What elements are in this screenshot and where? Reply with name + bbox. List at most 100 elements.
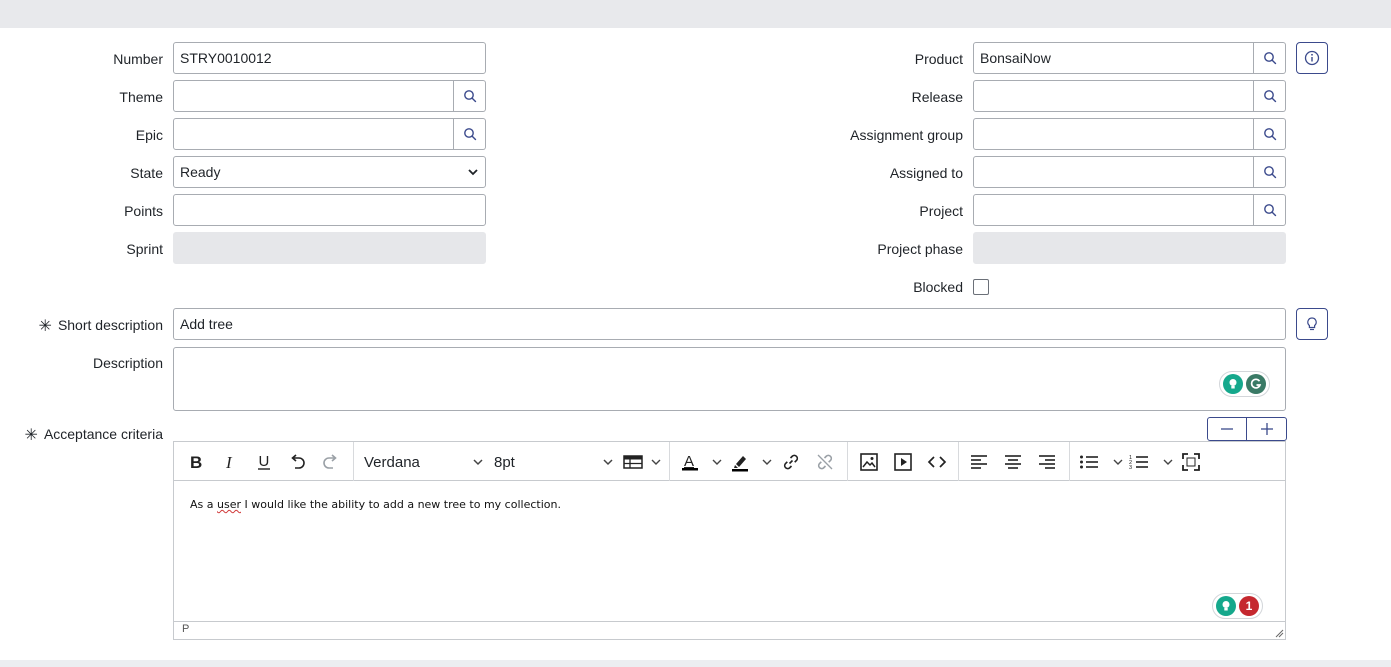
svg-text:B: B (190, 454, 202, 470)
epic-label: Epic (135, 127, 163, 143)
blocked-label: Blocked (913, 279, 963, 295)
release-lookup-button[interactable] (1254, 80, 1286, 112)
theme-field[interactable] (173, 80, 454, 112)
product-field[interactable]: BonsaiNow (973, 42, 1254, 74)
grammarly-widget[interactable]: 1 (1212, 593, 1263, 619)
short-description-label: ✳ Short description (38, 317, 163, 335)
misspelled-word: user (217, 498, 241, 511)
align-left-button[interactable] (966, 449, 992, 475)
grammarly-icon (1246, 374, 1266, 394)
theme-lookup-button[interactable] (454, 80, 486, 112)
project-field[interactable] (973, 194, 1254, 226)
points-field[interactable] (173, 194, 486, 226)
resize-controls (1207, 417, 1287, 441)
editor-content[interactable]: As a user I would like the ability to ad… (190, 498, 561, 511)
underline-button[interactable]: U (252, 449, 276, 475)
highlight-color-button[interactable] (730, 449, 772, 475)
assignment-group-label: Assignment group (850, 127, 963, 143)
short-description-field[interactable]: Add tree (173, 308, 1286, 340)
acceptance-criteria-editor[interactable]: B I U Verdana 8pt A 1 2 3 As a user I wo… (173, 441, 1286, 640)
svg-text:A: A (684, 453, 694, 470)
search-icon (463, 128, 476, 141)
toolbar-separator (669, 442, 670, 481)
product-label: Product (914, 51, 963, 67)
grammarly-widget[interactable] (1219, 371, 1270, 397)
epic-field[interactable] (173, 118, 454, 150)
search-icon (463, 90, 476, 103)
redo-button[interactable] (318, 449, 344, 475)
undo-icon (291, 454, 305, 469)
assignment-group-lookup-button[interactable] (1254, 118, 1286, 150)
insert-link-button[interactable] (778, 449, 804, 475)
fullscreen-icon (1182, 453, 1200, 471)
element-path: P (182, 623, 190, 635)
project-lookup-button[interactable] (1254, 194, 1286, 226)
state-select[interactable]: Ready (173, 156, 486, 188)
undo-button[interactable] (284, 449, 310, 475)
suggestion-button[interactable] (1296, 308, 1328, 340)
bold-button[interactable]: B (184, 449, 208, 475)
bulb-icon (1223, 374, 1243, 394)
chevron-down-icon (1163, 459, 1173, 465)
sprint-field (173, 232, 486, 264)
assigned-to-field[interactable] (973, 156, 1254, 188)
product-lookup-button[interactable] (1254, 42, 1286, 74)
font-size-value: 8pt (494, 453, 515, 471)
italic-button[interactable]: I (218, 449, 242, 475)
bold-icon: B (190, 454, 202, 470)
search-icon (1263, 90, 1276, 103)
release-field[interactable] (973, 80, 1254, 112)
table-button[interactable] (623, 449, 661, 475)
font-size-select[interactable]: 8pt (494, 449, 614, 475)
assigned-to-lookup-button[interactable] (1254, 156, 1286, 188)
resize-handle-icon[interactable] (1274, 628, 1284, 638)
toolbar-separator (958, 442, 959, 481)
sprint-label: Sprint (126, 241, 163, 257)
editor-status-bar: P (174, 621, 1285, 639)
description-textarea[interactable] (173, 347, 1286, 411)
text-color-button[interactable]: A (680, 449, 722, 475)
fullscreen-button[interactable] (1178, 449, 1204, 475)
insert-media-button[interactable] (890, 449, 916, 475)
numbered-list-button[interactable]: 123 (1129, 449, 1173, 475)
lightbulb-icon (1307, 317, 1317, 331)
points-label: Points (124, 203, 163, 219)
assigned-to-label: Assigned to (889, 165, 963, 181)
remove-link-button[interactable] (812, 449, 838, 475)
align-center-icon (1005, 455, 1021, 469)
bullet-list-button[interactable] (1079, 449, 1123, 475)
chevron-down-icon (603, 459, 613, 466)
info-icon (1304, 50, 1320, 66)
search-icon (1263, 52, 1276, 65)
insert-image-button[interactable] (856, 449, 882, 475)
bullet-list-icon (1080, 455, 1098, 469)
svg-text:U: U (259, 453, 270, 470)
chevron-down-icon (651, 459, 661, 465)
product-info-button[interactable] (1296, 42, 1328, 74)
project-phase-label: Project phase (877, 241, 963, 257)
required-marker: ✳ (38, 318, 52, 335)
toolbar-separator (353, 442, 354, 481)
assignment-group-field[interactable] (973, 118, 1254, 150)
font-family-select[interactable]: Verdana (364, 449, 484, 475)
align-left-icon (971, 455, 987, 469)
align-center-button[interactable] (1000, 449, 1026, 475)
redo-icon (323, 454, 337, 469)
plus-icon (1260, 423, 1273, 435)
table-icon (623, 455, 643, 469)
source-code-button[interactable] (924, 449, 950, 475)
chevron-down-icon (712, 459, 722, 465)
state-value: Ready (180, 164, 221, 180)
highlighter-icon (732, 456, 748, 472)
align-right-button[interactable] (1034, 449, 1060, 475)
epic-lookup-button[interactable] (454, 118, 486, 150)
decrease-height-button[interactable] (1208, 418, 1247, 440)
theme-label: Theme (119, 89, 163, 105)
numbered-list-icon: 123 (1129, 455, 1148, 470)
number-field[interactable]: STRY0010012 (173, 42, 486, 74)
increase-height-button[interactable] (1247, 418, 1286, 440)
toolbar-separator (1069, 442, 1070, 481)
toolbar-separator (847, 442, 848, 481)
unlink-icon (817, 454, 833, 470)
blocked-checkbox[interactable] (973, 279, 989, 295)
